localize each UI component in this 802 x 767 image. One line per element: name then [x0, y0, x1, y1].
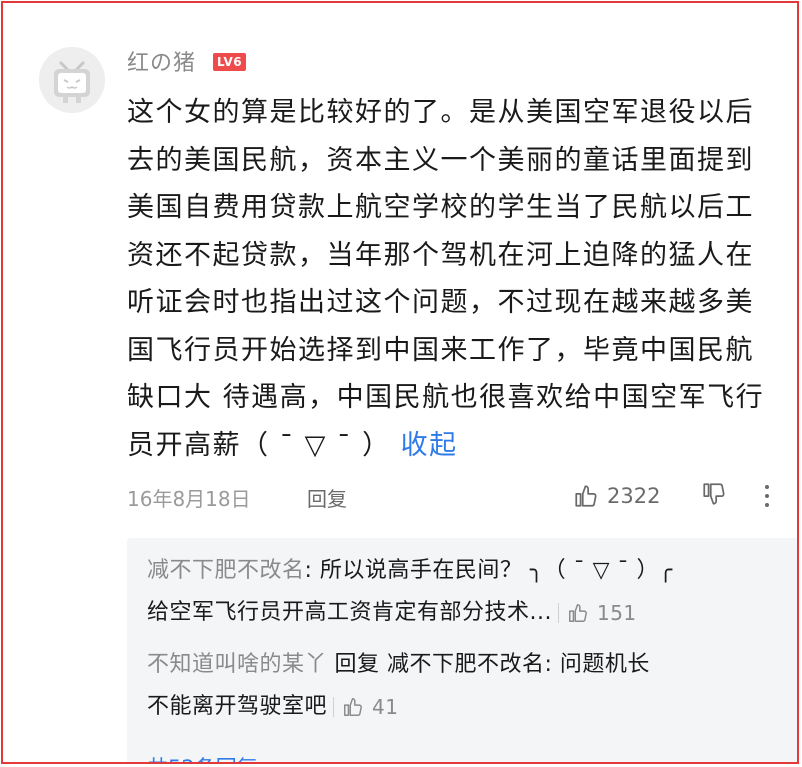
- reply-button[interactable]: 回复: [307, 483, 347, 512]
- collapse-link[interactable]: 收起: [401, 430, 458, 461]
- comment-line: 国飞行员开始选择到中国来工作了，毕竟中国民航: [127, 334, 754, 366]
- comment-line: 缺口大 待遇高，中国民航也很喜欢给中国空军飞行: [127, 382, 765, 413]
- reply-item[interactable]: 不知道叫啥的某丫 回复 减不下肥不改名: 问题机长 不能离开驾驶室吧 41: [147, 644, 787, 728]
- dislike-button[interactable]: [701, 481, 727, 512]
- reply-text: 不能离开驾驶室吧: [147, 694, 328, 719]
- reply-text: 给空军飞行员开高工资肯定有部分技术...: [147, 600, 552, 625]
- divider: [333, 697, 335, 717]
- comment-line: 这个女的算是比较好的了。是从美国空军退役以后: [127, 97, 754, 128]
- reply-line: 不知道叫啥的某丫 回复 减不下肥不改名: 问题机长: [147, 644, 787, 686]
- divider: [557, 603, 559, 623]
- view-all-replies-link[interactable]: 共52条回复 ›: [147, 752, 273, 762]
- reply-author[interactable]: 不知道叫啥的某丫: [147, 652, 327, 677]
- like-button[interactable]: 2322: [573, 481, 660, 511]
- comment-line: 去的美国民航，资本主义一个美丽的童话里面提到: [127, 144, 754, 176]
- replies-panel: 减不下肥不改名: 所以说高手在民间？ ╮（ ˉ ▽ ˉ ）╭ 给空军飞行员开高工…: [127, 538, 797, 762]
- avatar-placeholder-icon: [39, 47, 105, 113]
- reply-like-count: 41: [372, 695, 399, 719]
- comment-meta: 16年8月18日 回复 2322: [127, 481, 787, 511]
- reply-text: : 所以说高手在民间？ ╮（ ˉ ▽ ˉ ）╭: [304, 558, 673, 583]
- reply-like-button[interactable]: 151: [567, 592, 637, 634]
- like-count: 2322: [607, 484, 661, 508]
- comment-line: 员开高薪（ ˉ ▽ ˉ ）: [127, 429, 391, 461]
- reply-line: 不能离开驾驶室吧 41: [147, 686, 787, 728]
- comment-line: 资还不起贷款，当年那个驾机在河上迫降的猛人在: [127, 239, 754, 271]
- comment-line-last: 员开高薪（ ˉ ▽ ˉ ） 收起: [127, 422, 787, 470]
- reply-like-count: 151: [596, 601, 637, 625]
- username[interactable]: 红の猪: [127, 45, 196, 77]
- comment-date: 16年8月18日: [127, 487, 251, 511]
- reply-line: 给空军飞行员开高工资肯定有部分技术... 151: [147, 592, 787, 634]
- more-vertical-icon: [765, 485, 769, 507]
- level-badge: LV6: [213, 53, 247, 71]
- reply-line: 减不下肥不改名: 所以说高手在民间？ ╮（ ˉ ▽ ˉ ）╭: [147, 550, 787, 592]
- thumbs-up-icon: [575, 485, 597, 507]
- reply-author[interactable]: 减不下肥不改名: [147, 558, 305, 583]
- comment-line: 听证会时也指出过这个问题，不过现在越来越多美: [127, 287, 754, 318]
- thumbs-down-icon: [703, 483, 725, 505]
- avatar[interactable]: [39, 47, 105, 113]
- reply-item[interactable]: 减不下肥不改名: 所以说高手在民间？ ╮（ ˉ ▽ ˉ ）╭ 给空军飞行员开高工…: [147, 550, 787, 634]
- comment-body: 这个女的算是比较好的了。是从美国空军退役以后 去的美国民航，资本主义一个美丽的童…: [127, 89, 787, 469]
- reply-like-button[interactable]: 41: [342, 686, 398, 728]
- more-options-button[interactable]: [763, 483, 771, 514]
- comment-line: 美国自费用贷款上航空学校的学生当了民航以后工: [127, 192, 754, 223]
- comment-card: 红の猪 LV6 这个女的算是比较好的了。是从美国空军退役以后 去的美国民航，资本…: [1, 1, 799, 764]
- thumbs-up-icon: [569, 604, 587, 622]
- thumbs-up-icon: [344, 698, 362, 716]
- reply-text: 回复 减不下肥不改名: 问题机长: [327, 652, 650, 677]
